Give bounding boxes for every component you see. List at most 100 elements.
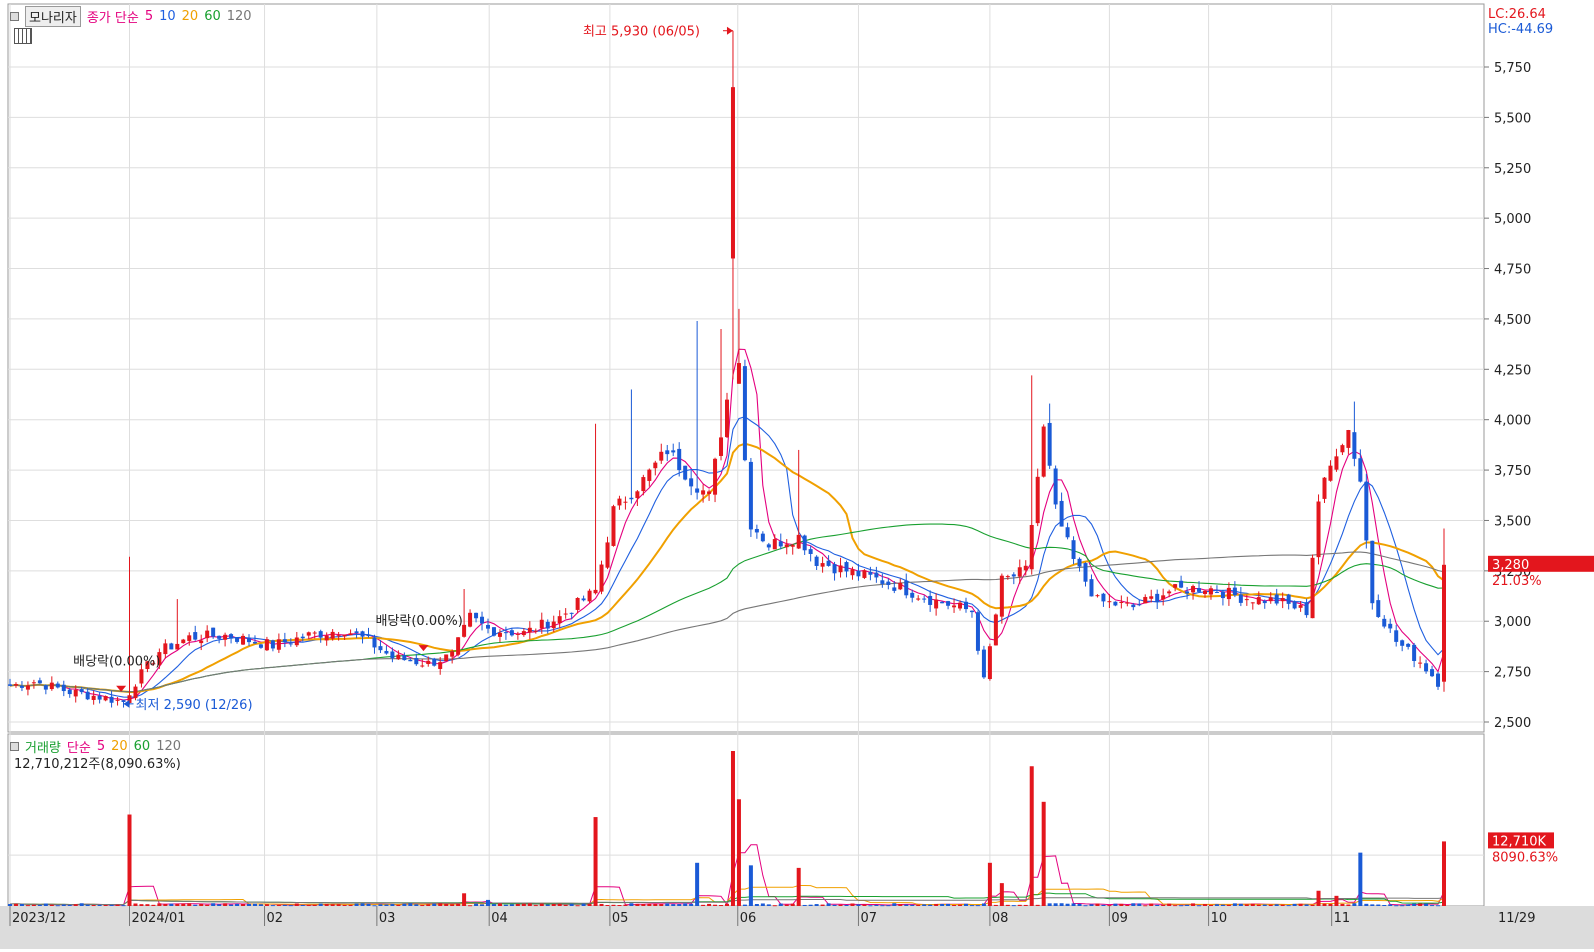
volume-bar bbox=[121, 905, 126, 907]
month-tick-label: 04 bbox=[491, 911, 508, 926]
ma-120-label: 120 bbox=[226, 9, 252, 24]
volume-bar bbox=[1131, 903, 1136, 906]
volume-bar bbox=[629, 903, 634, 906]
volume-bar bbox=[928, 904, 933, 906]
volume-bar bbox=[856, 904, 861, 906]
price-ma-title: 종가 단순 bbox=[86, 11, 139, 26]
volume-bar bbox=[133, 903, 138, 906]
volume-bar bbox=[742, 904, 747, 906]
volume-bar bbox=[169, 903, 174, 906]
lc-label: LC:26.64 bbox=[1488, 7, 1546, 22]
candle-body bbox=[348, 633, 353, 636]
candle-body bbox=[43, 685, 48, 690]
candle-body bbox=[1053, 468, 1058, 505]
candle-body bbox=[300, 636, 305, 639]
volume-bar bbox=[551, 903, 556, 906]
volume-bar bbox=[1047, 903, 1052, 906]
volume-bar bbox=[922, 904, 927, 906]
indicator-button[interactable]: 모나리자 bbox=[25, 6, 81, 27]
volume-bar bbox=[695, 862, 700, 906]
candle-body bbox=[79, 689, 84, 693]
volume-bar bbox=[67, 904, 72, 906]
month-tick-label: 05 bbox=[612, 911, 629, 926]
volume-bar bbox=[1155, 904, 1160, 906]
candle-body bbox=[450, 651, 455, 657]
volume-bar bbox=[294, 903, 299, 906]
candle-body bbox=[1191, 586, 1196, 593]
volume-bar bbox=[31, 904, 36, 906]
candle-body bbox=[181, 639, 186, 644]
table-grid-icon[interactable] bbox=[14, 28, 32, 44]
candle-body bbox=[946, 601, 951, 606]
volume-bar bbox=[719, 905, 724, 907]
candle-body bbox=[1406, 643, 1411, 647]
candle-body bbox=[1412, 644, 1417, 661]
candle-body bbox=[1226, 587, 1231, 600]
price-legend-checkbox[interactable] bbox=[10, 12, 19, 21]
volume-bar bbox=[127, 814, 132, 906]
candle-body bbox=[760, 533, 765, 542]
month-tick-label: 10 bbox=[1211, 911, 1228, 926]
volume-bar bbox=[569, 903, 574, 906]
month-tick-label: 08 bbox=[992, 911, 1009, 926]
candle-body bbox=[1077, 558, 1082, 567]
volume-bar bbox=[1119, 903, 1124, 906]
price-tick-label: 4,750 bbox=[1494, 263, 1531, 278]
month-tick-label: 2024/01 bbox=[132, 911, 186, 926]
candle-body bbox=[390, 651, 395, 659]
candle-body bbox=[1197, 588, 1202, 592]
candle-body bbox=[444, 654, 449, 662]
candle-body bbox=[1340, 445, 1345, 453]
volume-bar bbox=[109, 904, 114, 906]
volume-bar bbox=[55, 905, 60, 907]
volume-bar bbox=[342, 904, 347, 906]
volume-legend-checkbox[interactable] bbox=[10, 742, 19, 751]
candle-body bbox=[874, 572, 879, 578]
volume-bar bbox=[43, 903, 48, 906]
candle-body bbox=[1125, 602, 1130, 604]
volume-bar bbox=[533, 905, 538, 907]
low-annotation: 최저 2,590 (12/26) bbox=[136, 698, 253, 713]
volume-bar bbox=[509, 904, 514, 906]
candle-body bbox=[527, 627, 532, 633]
candle-body bbox=[569, 612, 574, 614]
volume-bar bbox=[37, 904, 42, 906]
volume-bar bbox=[288, 905, 293, 907]
candle-body bbox=[1071, 540, 1076, 559]
ma-10-label: 10 bbox=[159, 9, 176, 24]
volume-bar bbox=[1143, 905, 1148, 907]
candle-body bbox=[306, 632, 311, 636]
volume-bar bbox=[312, 904, 317, 906]
volume-bar bbox=[1322, 903, 1327, 906]
volume-bar bbox=[450, 904, 455, 906]
ma-60-label: 60 bbox=[204, 9, 221, 24]
candle-body bbox=[366, 634, 371, 637]
volume-bar bbox=[1388, 904, 1393, 906]
candle-body bbox=[509, 630, 514, 636]
volume-bar bbox=[916, 904, 921, 906]
candle-body bbox=[175, 643, 180, 650]
candle-body bbox=[999, 575, 1004, 617]
price-tick-label: 5,500 bbox=[1494, 111, 1531, 126]
volume-bar bbox=[181, 903, 186, 906]
price-tick-label: 4,500 bbox=[1494, 313, 1531, 328]
volume-bar bbox=[527, 903, 532, 906]
candle-body bbox=[1232, 587, 1237, 596]
volume-bar bbox=[1023, 904, 1028, 906]
volume-bar bbox=[1125, 905, 1130, 907]
candle-body bbox=[689, 478, 694, 487]
candle-body bbox=[1047, 422, 1052, 466]
candle-body bbox=[474, 612, 479, 619]
candle-body bbox=[940, 601, 945, 604]
candle-body bbox=[378, 646, 383, 651]
volume-bar bbox=[958, 904, 963, 906]
candle-body bbox=[898, 582, 903, 590]
volume-bar bbox=[366, 903, 371, 906]
vol-ma-120-label: 120 bbox=[156, 739, 182, 754]
volume-bar bbox=[1412, 903, 1417, 906]
candle-body bbox=[491, 627, 496, 636]
volume-bar bbox=[1203, 904, 1207, 906]
current-volume-ratio: 8090.63% bbox=[1492, 850, 1558, 865]
volume-bar bbox=[1436, 905, 1441, 907]
volume-bar bbox=[306, 905, 311, 907]
